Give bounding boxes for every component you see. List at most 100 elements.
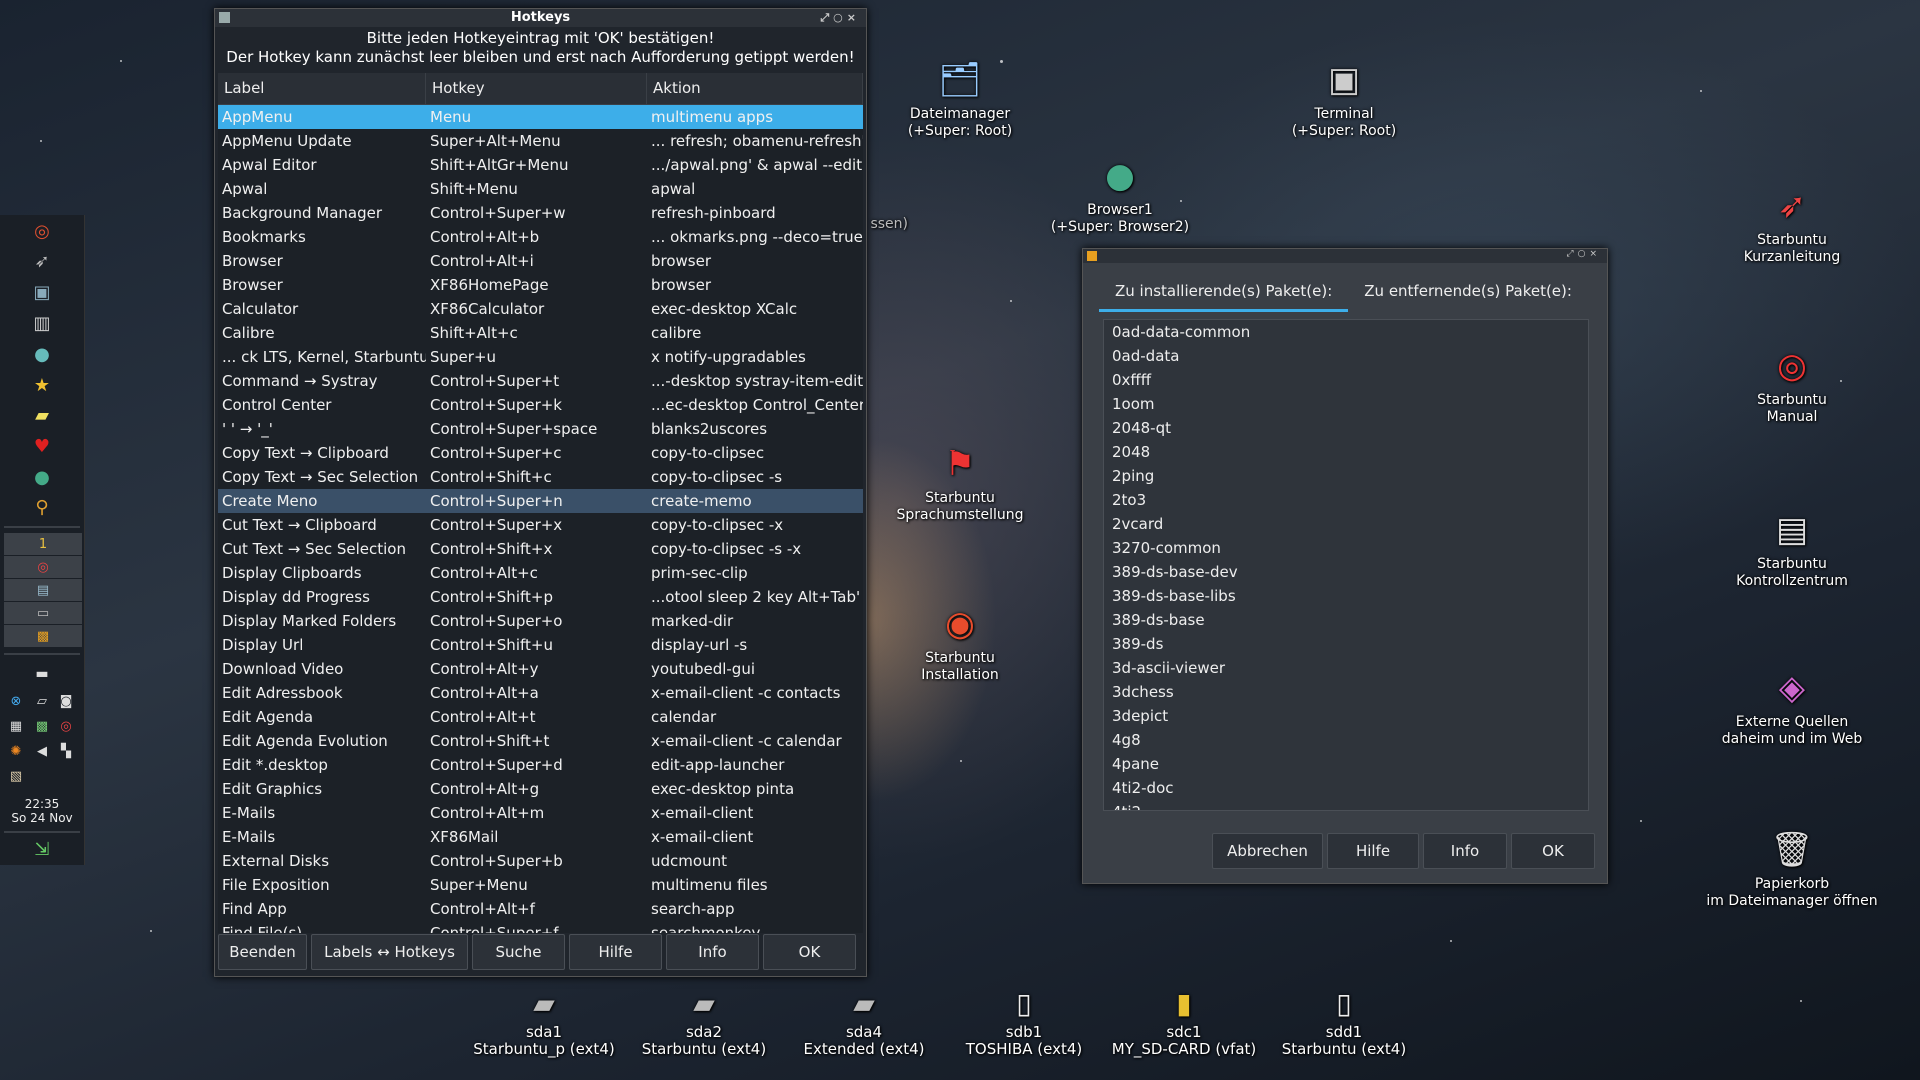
list-item[interactable]: 0ad-data xyxy=(1104,344,1588,368)
list-item[interactable]: 4ti2-doc xyxy=(1104,776,1588,800)
printer-icon[interactable]: ▦ xyxy=(8,718,24,734)
maximize-icon[interactable]: ⤢ xyxy=(1566,249,1577,259)
desktop-icon-externe-quellen[interactable]: ◈ Externe Quellen daheim und im Web xyxy=(1702,664,1882,748)
table-row[interactable]: Cut Text → Clipboard Control+Super+x copy-… xyxy=(218,513,863,537)
table-row[interactable]: Display Clipboards Control+Alt+c prim-sec-… xyxy=(218,561,863,585)
desktop-icon-installation[interactable]: ◉ Starbuntu Installation xyxy=(870,600,1050,684)
table-row[interactable]: Bookmarks Control+Alt+b... okmarks.png --… xyxy=(218,225,863,249)
list-item[interactable]: 389-ds-base-libs xyxy=(1104,584,1588,608)
table-row[interactable]: Background Manager Control+Super+w refresh… xyxy=(218,201,863,225)
exit-icon[interactable]: ⇲ xyxy=(31,838,53,860)
close-icon[interactable]: × xyxy=(847,11,860,24)
task-lifebuoy-icon[interactable]: ◎ xyxy=(4,556,82,578)
list-item[interactable]: 2vcard xyxy=(1104,512,1588,536)
table-row[interactable]: Copy Text → Sec Selection Control+Shift+c… xyxy=(218,465,863,489)
table-row[interactable]: Apwal Shift+Menu apwal xyxy=(218,177,863,201)
list-item[interactable]: 1oom xyxy=(1104,392,1588,416)
desktop-icon-terminal[interactable]: ▣ Terminal (+Super: Root) xyxy=(1254,56,1434,140)
ok-button[interactable]: OK xyxy=(1511,833,1595,869)
desktop-icon-dateimanager[interactable]: 🗂 Dateimanager (+Super: Root) xyxy=(870,56,1050,140)
table-row[interactable]: Calculator XF86Calculator exec-desktop XCa… xyxy=(218,297,863,321)
desktop-icon-kontrollzentrum[interactable]: ▤ Starbuntu Kontrollzentrum xyxy=(1702,506,1882,590)
table-row[interactable]: Display Url Control+Shift+u display-url -s xyxy=(218,633,863,657)
volume-icon[interactable]: ◀ xyxy=(34,743,50,759)
maximize-icon[interactable]: ⤢ xyxy=(820,11,833,24)
table-row[interactable]: Browser Control+Alt+i browser xyxy=(218,249,863,273)
list-item[interactable]: 2048-qt xyxy=(1104,416,1588,440)
help-button[interactable]: Hilfe xyxy=(1327,833,1419,869)
list-item[interactable]: 2to3 xyxy=(1104,488,1588,512)
list-item[interactable]: 2ping xyxy=(1104,464,1588,488)
list-item[interactable]: 389-ds-base xyxy=(1104,608,1588,632)
drive-sdc1[interactable]: ▮ sdc1 MY_SD-CARD (vfat) xyxy=(1104,986,1264,1058)
hotkeys-titlebar[interactable]: Hotkeys ⤢○× xyxy=(215,9,866,27)
desktop-icon-browser[interactable]: ● Browser1 (+Super: Browser2) xyxy=(1030,152,1210,236)
tab-remove[interactable]: Zu entfernende(s) Paket(e): xyxy=(1348,273,1588,309)
starbuntu-menu-icon[interactable]: ◎ xyxy=(31,220,53,242)
ok-button[interactable]: OK xyxy=(763,934,856,970)
drive-sda1[interactable]: ▰ sda1 Starbuntu_p (ext4) xyxy=(464,986,624,1058)
table-row[interactable]: AppMenu Menu multimenu apps xyxy=(218,105,863,129)
table-row[interactable]: Edit Graphics Control+Alt+g exec-desktop p… xyxy=(218,777,863,801)
list-item[interactable]: 3dchess xyxy=(1104,680,1588,704)
task-window-icon[interactable]: ▭ xyxy=(4,602,82,624)
list-item[interactable]: 0ad-data-common xyxy=(1104,320,1588,344)
drive-sda4[interactable]: ▰ sda4 Extended (ext4) xyxy=(784,986,944,1058)
table-row[interactable]: Copy Text → Clipboard Control+Super+c copy… xyxy=(218,441,863,465)
table-row[interactable]: Apwal Editor Shift+AltGr+Menu .../apwal.pn… xyxy=(218,153,863,177)
table-row[interactable]: Edit Adressbook Control+Alt+a x-email-clie… xyxy=(218,681,863,705)
desktop-icon-kurzanleitung[interactable]: ➶ Starbuntu Kurzanleitung xyxy=(1702,182,1882,266)
list-item[interactable]: 4ti2 xyxy=(1104,800,1588,810)
table-row[interactable]: E-Mails Control+Alt+m x-email-client xyxy=(218,801,863,825)
list-item[interactable]: 3depict xyxy=(1104,704,1588,728)
tab-install[interactable]: Zu installierende(s) Paket(e): xyxy=(1099,273,1349,312)
search-icon[interactable]: ⚲ xyxy=(31,496,53,518)
shade-icon[interactable]: ○ xyxy=(833,11,847,24)
shade-icon[interactable]: ○ xyxy=(1578,249,1590,259)
table-row[interactable]: Display dd Progress Control+Shift+p ...oto… xyxy=(218,585,863,609)
list-item[interactable]: 3270-common xyxy=(1104,536,1588,560)
table-row[interactable]: ' ' → '_' Control+Super+space blanks2uscor… xyxy=(218,417,863,441)
list-item[interactable]: 3d-ascii-viewer xyxy=(1104,656,1588,680)
table-row[interactable]: Display Marked Folders Control+Super+o mar… xyxy=(218,609,863,633)
table-row[interactable]: Create Meno Control+Super+n create-memo xyxy=(218,489,863,513)
cancel-button[interactable]: Abbrechen xyxy=(1212,833,1323,869)
list-item[interactable]: 0xffff xyxy=(1104,368,1588,392)
table-row[interactable]: E-Mails XF86Mail x-email-client xyxy=(218,825,863,849)
quit-button[interactable]: Beenden xyxy=(218,934,307,970)
table-row[interactable]: File Exposition Super+Menu multimenu files xyxy=(218,873,863,897)
workspace-1[interactable]: 1 xyxy=(4,533,82,555)
table-row[interactable]: Edit *.desktop Control+Super+d edit-app-la… xyxy=(218,753,863,777)
layout-icon[interactable]: ▚ xyxy=(58,743,74,759)
help-tray-icon[interactable]: ◎ xyxy=(58,718,74,734)
drive-sda2[interactable]: ▰ sda2 Starbuntu (ext4) xyxy=(624,986,784,1058)
close-icon[interactable]: × xyxy=(1589,249,1601,259)
table-row[interactable]: Control Center Control+Super+k ...ec-deskt… xyxy=(218,393,863,417)
task-image-icon[interactable]: ▤ xyxy=(4,579,82,601)
help-button[interactable]: Hilfe xyxy=(569,934,662,970)
trash-icon[interactable]: ▥ xyxy=(31,312,53,334)
list-item[interactable]: 389-ds xyxy=(1104,632,1588,656)
clock[interactable]: 22:35 So 24 Nov xyxy=(0,797,84,825)
column-header-hotkey[interactable]: Hotkey xyxy=(426,73,647,104)
table-row[interactable]: Edit Agenda Control+Alt+t calendar xyxy=(218,705,863,729)
globe-small-icon[interactable]: ● xyxy=(31,343,53,365)
desktop-icon-manual[interactable]: ◎ Starbuntu Manual xyxy=(1702,342,1882,426)
column-header-action[interactable]: Aktion xyxy=(647,73,863,104)
monitor-icon[interactable]: ▩ xyxy=(34,718,50,734)
package-list[interactable]: 0ad-data-common 0ad-data 0xffff 1oom 2048-qt… xyxy=(1103,319,1589,811)
earth-icon[interactable]: ● xyxy=(31,466,53,488)
list-item[interactable]: 389-ds-base-dev xyxy=(1104,560,1588,584)
table-row[interactable]: AppMenu Update Super+Alt+Menu ... refresh;… xyxy=(218,129,863,153)
clipboard-icon[interactable]: ▧ xyxy=(8,768,24,784)
column-header-label[interactable]: Label xyxy=(218,73,426,104)
table-row[interactable]: Download Video Control+Alt+y youtubedl-gui xyxy=(218,657,863,681)
network-icon[interactable]: ⊗ xyxy=(8,693,24,709)
table-row[interactable]: Find App Control+Alt+f search-app xyxy=(218,897,863,921)
notes-icon[interactable]: ▰ xyxy=(31,404,53,426)
star-icon[interactable]: ★ xyxy=(31,374,53,396)
screen-icon[interactable]: ▣ xyxy=(31,281,53,303)
info-button[interactable]: Info xyxy=(666,934,759,970)
ubuntu-tray-icon[interactable]: ✺ xyxy=(8,743,24,759)
desktop-icon-sprachumstellung[interactable]: ⚑ Starbuntu Sprachumstellung xyxy=(870,440,1050,524)
